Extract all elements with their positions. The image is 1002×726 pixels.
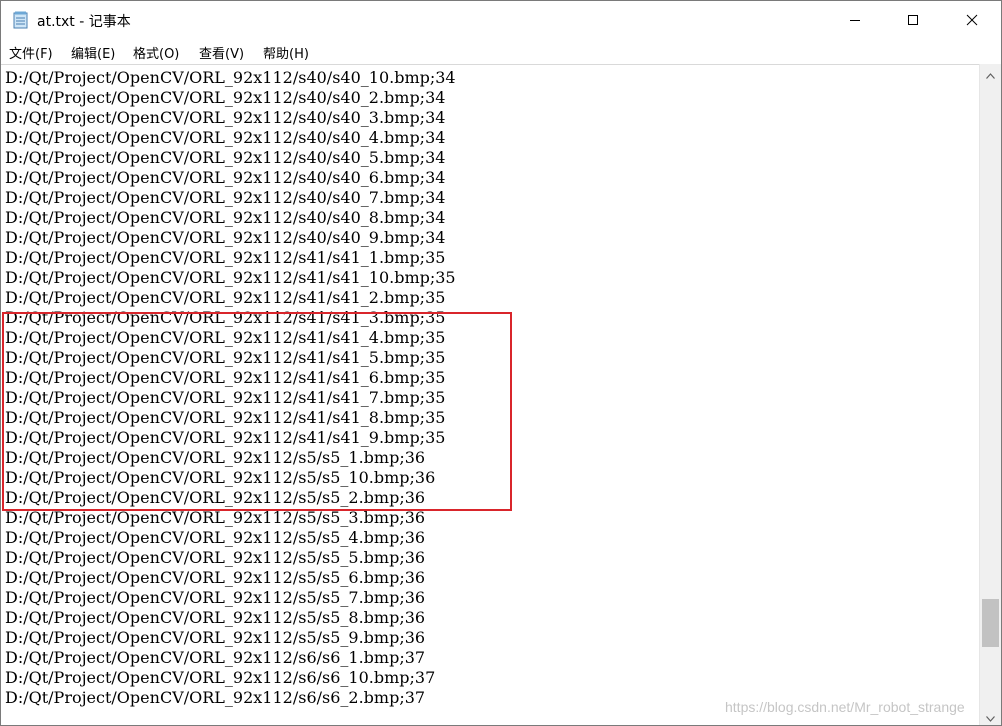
text-line: D:/Qt/Project/OpenCV/ORL_92x112/s6/s6_1.…	[5, 648, 426, 667]
text-line: D:/Qt/Project/OpenCV/ORL_92x112/s40/s40_…	[5, 128, 446, 147]
highlight-annotation-box	[2, 312, 512, 511]
minimize-button[interactable]	[826, 1, 884, 39]
text-line: D:/Qt/Project/OpenCV/ORL_92x112/s40/s40_…	[5, 208, 446, 227]
text-line: D:/Qt/Project/OpenCV/ORL_92x112/s5/s5_5.…	[5, 548, 426, 567]
text-line: D:/Qt/Project/OpenCV/ORL_92x112/s41/s41_…	[5, 248, 446, 267]
vertical-scrollbar[interactable]	[979, 64, 1001, 725]
maximize-button[interactable]	[884, 1, 942, 39]
title-bar[interactable]: at.txt - 记事本	[1, 1, 1001, 39]
window-title: at.txt - 记事本	[37, 14, 131, 30]
menu-format[interactable]: 格式(O)	[133, 43, 179, 62]
text-line: D:/Qt/Project/OpenCV/ORL_92x112/s5/s5_8.…	[5, 608, 426, 627]
text-line: D:/Qt/Project/OpenCV/ORL_92x112/s40/s40_…	[5, 68, 456, 87]
text-line: D:/Qt/Project/OpenCV/ORL_92x112/s5/s5_9.…	[5, 628, 426, 647]
text-line: D:/Qt/Project/OpenCV/ORL_92x112/s5/s5_3.…	[5, 508, 426, 527]
scroll-down-button[interactable]	[980, 707, 1001, 725]
text-line: D:/Qt/Project/OpenCV/ORL_92x112/s5/s5_4.…	[5, 528, 426, 547]
close-button[interactable]	[943, 1, 1001, 39]
text-line: D:/Qt/Project/OpenCV/ORL_92x112/s6/s6_10…	[5, 668, 436, 687]
close-icon	[966, 11, 978, 30]
text-line: D:/Qt/Project/OpenCV/ORL_92x112/s6/s6_2.…	[5, 688, 426, 707]
text-line: D:/Qt/Project/OpenCV/ORL_92x112/s40/s40_…	[5, 188, 446, 207]
menu-view[interactable]: 查看(V)	[199, 43, 244, 62]
text-line: D:/Qt/Project/OpenCV/ORL_92x112/s40/s40_…	[5, 148, 446, 167]
menu-bar: 文件(F) 编辑(E) 格式(O) 查看(V) 帮助(H)	[1, 39, 1001, 63]
text-line: D:/Qt/Project/OpenCV/ORL_92x112/s41/s41_…	[5, 288, 446, 307]
text-line: D:/Qt/Project/OpenCV/ORL_92x112/s40/s40_…	[5, 228, 446, 247]
watermark-text: https://blog.csdn.net/Mr_robot_strange	[725, 699, 965, 715]
notepad-icon	[13, 11, 29, 29]
text-editor-area[interactable]: D:/Qt/Project/OpenCV/ORL_92x112/s40/s40_…	[1, 64, 979, 725]
minimize-icon	[849, 11, 861, 30]
scroll-down-arrow-icon	[986, 707, 995, 726]
text-line: D:/Qt/Project/OpenCV/ORL_92x112/s40/s40_…	[5, 88, 446, 107]
scroll-up-arrow-icon	[986, 64, 995, 83]
menu-edit[interactable]: 编辑(E)	[71, 43, 115, 62]
menu-help[interactable]: 帮助(H)	[263, 43, 309, 62]
scroll-thumb[interactable]	[982, 599, 999, 647]
maximize-icon	[907, 11, 919, 30]
notepad-window: at.txt - 记事本 文件(F) 编辑(E) 格式(O) 查看(V) 帮助(…	[0, 0, 1002, 726]
scroll-up-button[interactable]	[980, 64, 1001, 82]
menu-file[interactable]: 文件(F)	[9, 43, 53, 62]
text-line: D:/Qt/Project/OpenCV/ORL_92x112/s41/s41_…	[5, 268, 456, 287]
text-line: D:/Qt/Project/OpenCV/ORL_92x112/s5/s5_7.…	[5, 588, 426, 607]
text-line: D:/Qt/Project/OpenCV/ORL_92x112/s40/s40_…	[5, 108, 446, 127]
text-line: D:/Qt/Project/OpenCV/ORL_92x112/s40/s40_…	[5, 168, 446, 187]
text-line: D:/Qt/Project/OpenCV/ORL_92x112/s5/s5_6.…	[5, 568, 426, 587]
